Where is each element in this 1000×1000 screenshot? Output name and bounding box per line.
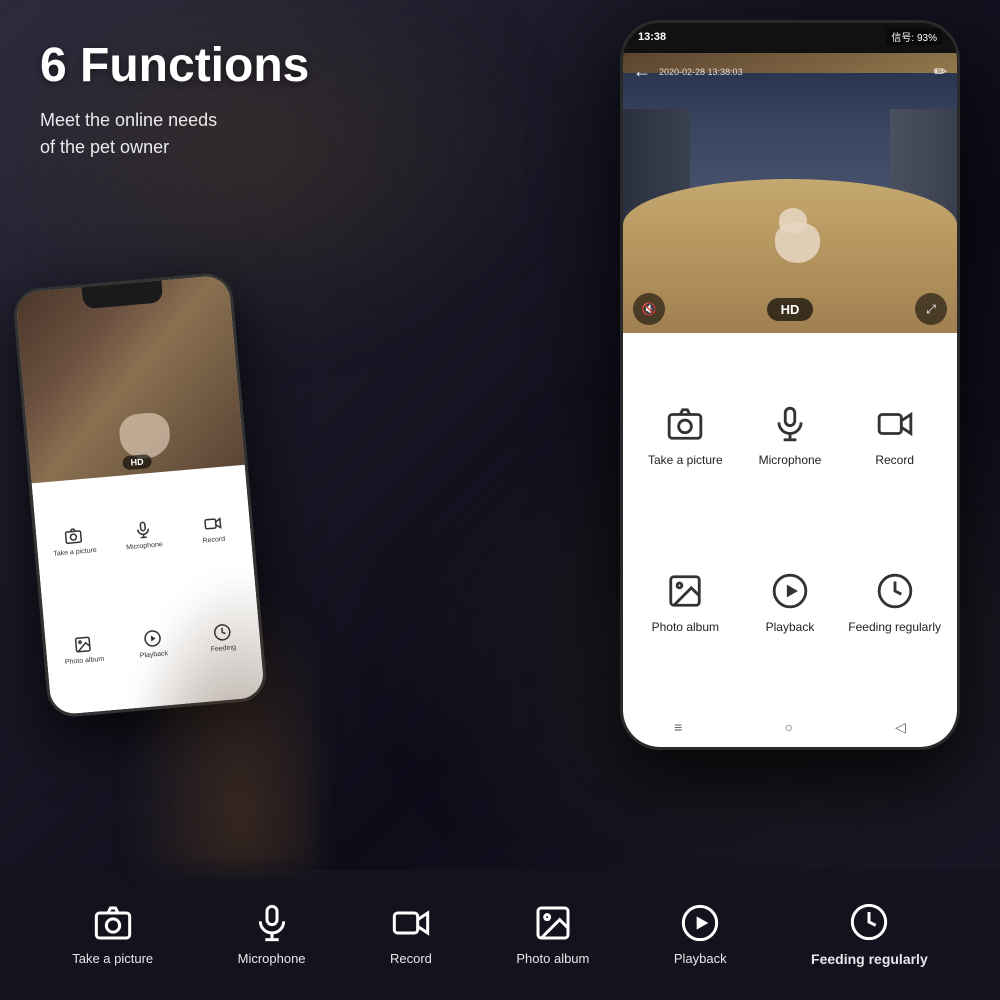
phone-main-body: 13:38 信号: 93% ← 2020-02-28 13:38:03 ✏ [620, 20, 960, 750]
func-microphone[interactable]: Microphone [738, 353, 843, 520]
page-subtitle: Meet the online needs of the pet owner [40, 107, 309, 161]
bottom-feeding[interactable]: Feeding regularly [811, 902, 928, 968]
bottom-record-label: Record [390, 951, 432, 968]
nav-home[interactable]: ○ [784, 719, 792, 735]
func-feeding-label: Feeding regularly [848, 620, 941, 636]
small-func-photo-album[interactable]: Photo album [47, 596, 120, 705]
hd-badge[interactable]: HD [767, 298, 814, 321]
func-microphone-label: Microphone [759, 453, 822, 469]
bottom-microphone[interactable]: Microphone [238, 903, 306, 968]
statusbar-time: 13:38 [638, 31, 666, 43]
function-grid: Take a picture Microphone [623, 333, 957, 707]
phone-small-video: HD [15, 274, 245, 483]
func-record-label: Record [875, 453, 914, 469]
func-record[interactable]: Record [842, 353, 947, 520]
camera-topbar-left: ← 2020-02-28 13:38:03 [633, 61, 743, 82]
func-take-picture-label: Take a picture [648, 453, 723, 469]
nav-back[interactable]: ◁ [895, 719, 906, 736]
bottom-photo-album-label: Photo album [516, 951, 589, 968]
camera-topbar: ← 2020-02-28 13:38:03 ✏ [633, 61, 947, 82]
bottom-bar: Take a picture Microphone Record [0, 870, 1000, 1000]
statusbar-signal: 信号: 93% [886, 28, 942, 45]
bottom-take-picture[interactable]: Take a picture [72, 903, 153, 968]
hand-silhouette [120, 570, 320, 870]
camera-view: ← 2020-02-28 13:38:03 ✏ 🔇 [623, 53, 957, 333]
func-photo-album[interactable]: Photo album [633, 520, 738, 687]
func-photo-album-label: Photo album [652, 620, 719, 636]
bottom-playback-label: Playback [674, 951, 727, 968]
phone-main: 13:38 信号: 93% ← 2020-02-28 13:38:03 ✏ [620, 20, 960, 750]
small-func-take-picture[interactable]: Take a picture [37, 487, 110, 596]
func-playback[interactable]: Playback [738, 520, 843, 687]
bottom-record[interactable]: Record [390, 903, 432, 968]
edit-button[interactable]: ✏ [934, 62, 947, 82]
func-feeding[interactable]: Feeding regularly [842, 520, 947, 687]
bottom-take-picture-label: Take a picture [72, 951, 153, 968]
back-button[interactable]: ← [633, 61, 651, 82]
small-func-record[interactable]: Record [176, 475, 249, 584]
bottom-photo-album[interactable]: Photo album [516, 903, 589, 968]
phone-main-statusbar: 13:38 信号: 93% [638, 28, 942, 45]
cat-figure [767, 208, 827, 263]
cat-body [775, 223, 820, 263]
camera-timestamp: 2020-02-28 13:38:03 [659, 67, 743, 77]
phone-small-hd-badge: HD [122, 454, 152, 470]
android-nav: ≡ ○ ◁ [623, 707, 957, 747]
camera-bottom-controls: 🔇 HD ⤢ [633, 293, 947, 325]
phone-main-screen: ← 2020-02-28 13:38:03 ✏ 🔇 [623, 23, 957, 747]
bottom-microphone-label: Microphone [238, 951, 306, 968]
bottom-feeding-label: Feeding regularly [811, 950, 928, 968]
volume-button[interactable]: 🔇 [633, 293, 665, 325]
page-title: 6 Functions [40, 40, 309, 93]
nav-menu[interactable]: ≡ [674, 719, 682, 735]
func-take-picture[interactable]: Take a picture [633, 353, 738, 520]
bottom-playback[interactable]: Playback [674, 903, 727, 968]
func-playback-label: Playback [766, 620, 815, 636]
cat-small [118, 411, 172, 460]
fullscreen-button[interactable]: ⤢ [915, 293, 947, 325]
headline-block: 6 Functions Meet the online needs of the… [40, 40, 309, 161]
